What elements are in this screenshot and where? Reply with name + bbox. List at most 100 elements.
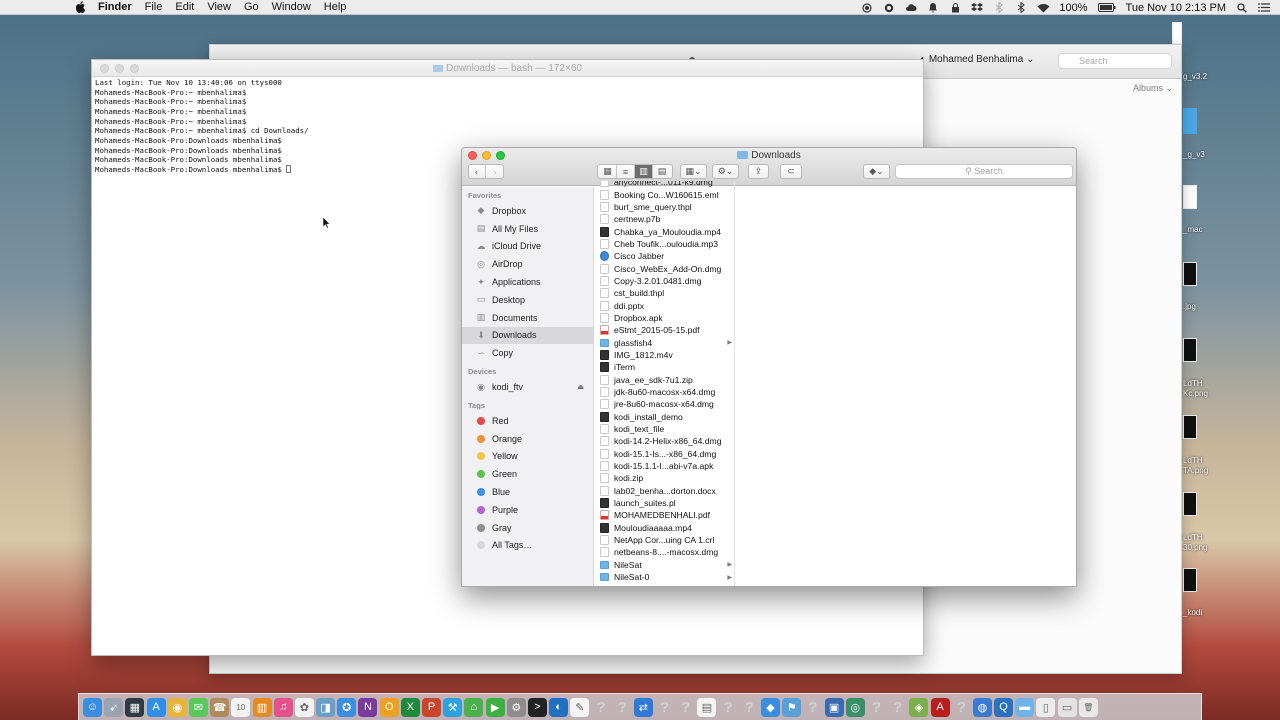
downloads-stack-dock-icon[interactable]: ▬ [1015, 697, 1035, 717]
desktop-file-label[interactable]: LdTH [1183, 533, 1203, 542]
sidebar-item-downloads[interactable]: ⬇ Downloads [462, 326, 593, 345]
back-button[interactable]: ‹ [468, 165, 486, 178]
cisco-jabber-dock-icon[interactable]: ◐ [549, 697, 569, 717]
file-list-item[interactable]: kodi_text_file [597, 423, 734, 435]
file-list-item[interactable]: kodi-15.1-Is...-x86_64.dmg [597, 448, 734, 460]
file-list-item[interactable]: IMG_1812.m4v [597, 349, 734, 361]
cover-flow-button[interactable]: ▤ [653, 165, 671, 178]
menu-window[interactable]: Window [272, 0, 311, 15]
help-dock-icon-7[interactable]: ? [803, 698, 822, 717]
maps-dock-icon[interactable]: ⌂ [464, 697, 484, 717]
help-dock-icon-5[interactable]: ? [719, 698, 738, 717]
photos-dock-icon[interactable]: ✿ [294, 697, 314, 717]
desktop-file-thumb[interactable] [1183, 262, 1197, 286]
menu-view[interactable]: View [207, 0, 231, 15]
bluetooth-icon[interactable] [993, 2, 1005, 14]
apple-menu-icon[interactable] [74, 0, 88, 14]
menu-edit[interactable]: Edit [175, 0, 194, 15]
file-list-item[interactable]: Cisco_WebEx_Add-On.dmg [597, 262, 734, 274]
onenote-dock-icon[interactable]: N [358, 697, 378, 717]
file-list-item[interactable]: burt_sme_query.thpl [597, 201, 734, 213]
teamviewer-dock-icon[interactable]: ⇄ [633, 697, 653, 717]
file-list-item[interactable]: Copy-3.2.01.0481.dmg [597, 275, 734, 287]
preview-dock-icon[interactable]: ◨ [316, 697, 336, 717]
file-list-item[interactable]: java_ee_sdk-7u1.zip [597, 374, 734, 386]
file-list-item[interactable]: launch_suites.pl [597, 497, 734, 509]
desktop-folder-thumb[interactable] [1183, 108, 1197, 134]
finder-column-empty[interactable] [736, 187, 1076, 586]
file-list-item[interactable]: jre-8u60-macosx-x64.dmg [597, 398, 734, 410]
file-list-item[interactable]: lab02_benha...dorton.docx [597, 485, 734, 497]
tags-button[interactable]: ⊂ [780, 164, 802, 179]
virtualbox-dock-icon[interactable]: ▣ [824, 697, 844, 717]
finder-dock-icon[interactable]: ☺ [83, 697, 102, 717]
finder-search-input[interactable]: ⚲ Search [895, 164, 1073, 179]
acrobat-dock-icon[interactable]: A [930, 697, 950, 717]
arrange-button[interactable]: ▦⌄ [680, 164, 707, 179]
action-button[interactable]: ⚙⌄ [712, 164, 739, 179]
dropbox-toolbar-button[interactable]: ◆⌄ [863, 164, 890, 179]
desktop-file-label[interactable]: LdTH [1183, 456, 1203, 465]
menu-help[interactable]: Help [324, 0, 347, 15]
file-list-item[interactable]: cst_build.thpl [597, 287, 734, 299]
sidebar-item-copy[interactable]: ∽ Copy [462, 344, 593, 362]
dropbox-menu-icon[interactable] [971, 2, 984, 14]
desktop-file-label[interactable]: Kc.png [1183, 389, 1208, 398]
desktop-file-label[interactable]: _kodi [1183, 608, 1202, 617]
desktop-file-label[interactable]: g_v3.2 [1183, 72, 1207, 81]
xcode-dock-icon[interactable]: ⚒ [443, 697, 463, 717]
calendar-dock-icon[interactable]: 10 [231, 697, 251, 717]
file-list-item[interactable]: eStmt_2015-05-15.pdf [597, 324, 734, 336]
file-list-item[interactable]: certnew.p7b [597, 213, 734, 225]
desktop-file-label[interactable]: .jpg [1183, 302, 1196, 311]
wifi-icon[interactable] [1037, 2, 1050, 14]
file-list-item[interactable]: kodi-14.2-Helix-x86_64.dmg [597, 435, 734, 447]
file-list-item[interactable]: Mouloudiaaaaa.mp4 [597, 522, 734, 534]
forward-button[interactable]: › [486, 165, 504, 178]
system-prefs-dock-icon[interactable]: ⚙ [506, 697, 526, 717]
sidebar-item-desktop[interactable]: ▭ Desktop [462, 291, 593, 309]
finder-toolbar[interactable]: Downloads ‹ › ▦ ≡ ▥ ▤ ▦⌄ ⚙⌄ ⇪ ⊂ ◆⌄ ⚲ Sea… [462, 148, 1076, 186]
itunes-account-button[interactable]: ◐ Mohamed Benhalima ⌄ [920, 54, 1035, 65]
desktop-file-thumb[interactable] [1172, 22, 1182, 44]
finder-window[interactable]: Downloads ‹ › ▦ ≡ ▥ ▤ ▦⌄ ⚙⌄ ⇪ ⊂ ◆⌄ ⚲ Sea… [461, 147, 1077, 587]
safari-dock-icon[interactable]: ✪ [337, 697, 357, 717]
sidebar-item-airdrop[interactable]: ◎ AirDrop [462, 255, 593, 273]
file-list-item[interactable]: NetApp Cor...uing CA 1.crl [597, 534, 734, 546]
desktop-file-thumb[interactable] [1183, 185, 1197, 209]
record-icon[interactable] [861, 2, 873, 14]
notes-dock-icon[interactable]: ▤ [697, 697, 717, 717]
help-dock-icon-2[interactable]: ? [613, 698, 632, 717]
file-list-item[interactable]: jdk-8u60-macosx-x64.dmg [597, 386, 734, 398]
file-list-item[interactable]: glassfish4 ▶ [597, 336, 734, 348]
file-list-item[interactable]: kodi-15.1.1-I...abi-v7a.apk [597, 460, 734, 472]
sketch-dock-icon[interactable]: ⚑ [782, 697, 802, 717]
lock-icon[interactable] [949, 2, 961, 14]
battery-icon[interactable] [1097, 2, 1116, 14]
file-list-item[interactable]: Cisco Jabber [597, 250, 734, 262]
file-list-item[interactable]: Dropbox.apk [597, 312, 734, 324]
itunes-dock-icon[interactable]: ♫ [273, 697, 293, 717]
eject-icon[interactable]: ⏏ [577, 383, 584, 391]
file-list-item[interactable]: NileSat-0 ▶ [597, 571, 734, 583]
help-dock-icon-3[interactable]: ? [655, 698, 674, 717]
finder-column-downloads[interactable]: anyconnect-...011-k9.dmg Booking Co...W16… [597, 181, 735, 586]
file-list-item[interactable]: Chabka_ya_Mouloudia.mp4 [597, 225, 734, 237]
list-view-button[interactable]: ≡ [617, 165, 635, 178]
sidebar-tag-purple[interactable]: Purple [462, 501, 593, 519]
vpn-dock-icon[interactable]: ◍ [972, 697, 992, 717]
sidebar-tag-gray[interactable]: Gray [462, 519, 593, 537]
excel-dock-icon[interactable]: X [400, 697, 420, 717]
file-list-item[interactable]: iTerm [597, 361, 734, 373]
file-list-item[interactable]: NileSat ▶ [597, 559, 734, 571]
notification-center-icon[interactable] [1258, 2, 1270, 14]
terminal-titlebar[interactable]: Downloads — bash — 172×60 [92, 60, 923, 77]
desktop-file-label[interactable]: _mac [1183, 225, 1203, 234]
sidebar-tag-red[interactable]: Red [462, 412, 593, 430]
menu-file[interactable]: File [145, 0, 163, 15]
launchpad-dock-icon[interactable]: ➶ [104, 697, 124, 717]
chrome-dock-icon[interactable]: ◉ [167, 697, 187, 717]
file-list-item[interactable]: Cheb Toufik...ouloudia.mp3 [597, 238, 734, 250]
file-list-item[interactable]: anyconnect-...011-k9.dmg [597, 181, 734, 188]
sidebar-item-documents[interactable]: ▥ Documents [462, 309, 593, 327]
